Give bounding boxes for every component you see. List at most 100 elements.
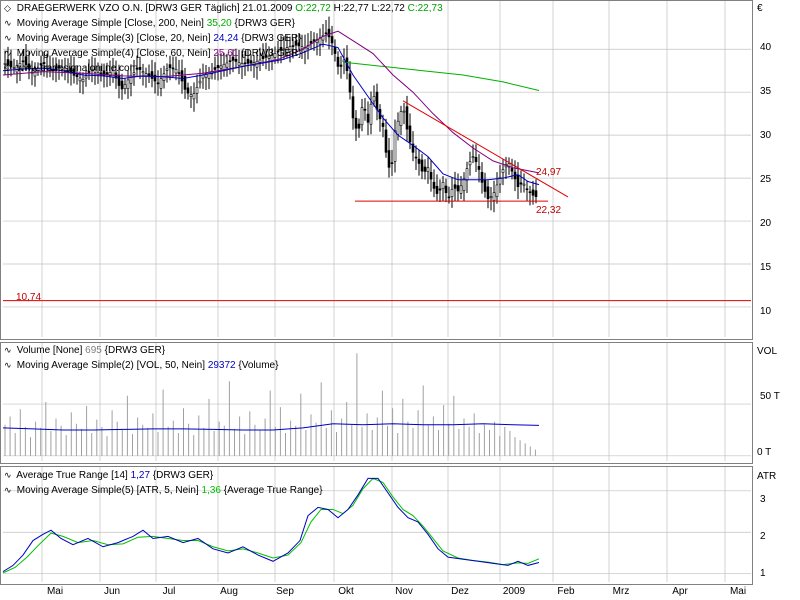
- candle-body: [180, 70, 184, 82]
- price-ytick: 40: [760, 42, 772, 53]
- candle-body: [501, 169, 505, 173]
- candle-body: [186, 87, 190, 94]
- candle-body: [198, 80, 202, 84]
- legend-volume[interactable]: ∿ Volume [None] 695 {DRW3 GER}: [4, 345, 165, 356]
- price-currency: €: [757, 3, 763, 14]
- candle-body: [399, 111, 403, 126]
- candle-body: [396, 120, 400, 135]
- candle-body: [333, 46, 337, 54]
- candle-body: [426, 167, 430, 173]
- high-value: 22,77: [343, 3, 369, 14]
- candle-body: [522, 183, 526, 186]
- candle-body: [471, 156, 475, 159]
- candle-body: [390, 162, 394, 164]
- candle-body: [381, 122, 385, 127]
- candle-body: [423, 166, 427, 172]
- indicator-icon: ∿: [4, 48, 12, 58]
- candle-body: [459, 185, 463, 194]
- chart-handle-icon[interactable]: ◇: [4, 3, 14, 14]
- candle-body: [372, 96, 376, 102]
- candle-body: [117, 74, 121, 86]
- candle-body: [420, 159, 424, 172]
- candle-body: [213, 67, 217, 70]
- candle-body: [75, 74, 79, 78]
- candle-body: [444, 185, 448, 193]
- candle-body: [78, 77, 82, 82]
- candle-body: [150, 71, 154, 79]
- legend-atr[interactable]: ∿ Average True Range [14] 1,27 {DRW3 GER…: [4, 470, 213, 481]
- candle-body: [402, 110, 406, 113]
- month-label: Dez: [451, 586, 469, 597]
- candle-body: [528, 191, 532, 194]
- month-label: Feb: [557, 586, 575, 597]
- candle-body: [516, 174, 520, 187]
- candle-body: [510, 167, 514, 172]
- candle-body: [408, 125, 412, 143]
- candle-body: [351, 96, 355, 119]
- candle-body: [357, 123, 361, 129]
- legend-ma200[interactable]: ∿ Moving Average Simple [Close, 200, Nei…: [4, 18, 295, 29]
- candle-body: [228, 60, 232, 62]
- chart-canvas[interactable]: [0, 0, 800, 600]
- candle-body: [165, 68, 169, 71]
- month-label: Okt: [338, 586, 354, 597]
- candle-body: [414, 156, 418, 159]
- price-ytick: 35: [760, 86, 772, 97]
- candle-body: [126, 79, 130, 90]
- month-label: Jun: [103, 586, 121, 597]
- candle-body: [171, 67, 175, 70]
- candle-body: [291, 45, 295, 47]
- legend-ma20[interactable]: ∿ Moving Average Simple(3) [Close, 20, N…: [4, 33, 302, 44]
- candle-body: [237, 62, 241, 66]
- symbol-code: [DRW3 GER: [145, 3, 203, 14]
- low-value: 22,72: [379, 3, 405, 14]
- price-ytick: 15: [760, 262, 772, 273]
- price-ytick: 20: [760, 218, 772, 229]
- candle-body: [387, 150, 391, 168]
- price-ytick: 10: [760, 306, 772, 317]
- quote-date: 21.01.2009: [242, 3, 293, 14]
- candle-body: [354, 117, 358, 129]
- candle-body: [534, 190, 538, 197]
- candle-body: [531, 189, 535, 196]
- candle-body: [246, 58, 250, 64]
- candle-body: [432, 181, 436, 189]
- symbol-period: Täglich]: [204, 3, 240, 14]
- legend-ma60[interactable]: ∿ Moving Average Simple(4) [Close, 60, N…: [4, 48, 302, 59]
- candle-body: [462, 178, 466, 191]
- candle-body: [495, 184, 499, 197]
- candle-body: [312, 39, 316, 42]
- month-label: Jul: [162, 586, 176, 597]
- candle-body: [525, 188, 529, 191]
- candle-body: [465, 168, 469, 181]
- atr-ytick: 2: [760, 531, 766, 542]
- candle-body: [429, 171, 433, 180]
- candle-body: [258, 59, 262, 63]
- month-label: Sep: [276, 586, 294, 597]
- hline-label: 10,74: [16, 292, 42, 303]
- indicator-icon: ∿: [4, 360, 12, 370]
- candle-body: [330, 36, 334, 44]
- candle-body: [456, 185, 460, 192]
- copyright-icon: ©: [4, 63, 11, 73]
- chart-window: ◇ DRAEGERWERK VZO O.N. [DRW3 GER Täglich…: [0, 0, 800, 600]
- candle-body: [123, 84, 127, 90]
- legend-atr-ma[interactable]: ∿ Moving Average Simple(5) [ATR, 5, Nein…: [4, 485, 323, 496]
- candle-body: [363, 108, 367, 111]
- candle-body: [405, 106, 409, 130]
- candle-body: [489, 196, 493, 198]
- candle-body: [174, 69, 178, 74]
- candle-body: [336, 56, 340, 67]
- candle-body: [375, 91, 379, 110]
- legend-volume-ma[interactable]: ∿ Moving Average Simple(2) [VOL, 50, Nei…: [4, 360, 278, 371]
- month-label: 2009: [502, 586, 526, 597]
- candle-body: [477, 166, 481, 170]
- candle-body: [486, 186, 490, 200]
- price-header: ◇ DRAEGERWERK VZO O.N. [DRW3 GER Täglich…: [4, 3, 443, 14]
- candle-body: [417, 158, 421, 164]
- month-label: Mrz: [612, 586, 630, 597]
- indicator-icon: ∿: [4, 470, 12, 480]
- candle-body: [147, 73, 151, 77]
- sma200-line: [342, 61, 540, 91]
- indicator-icon: ∿: [4, 18, 12, 28]
